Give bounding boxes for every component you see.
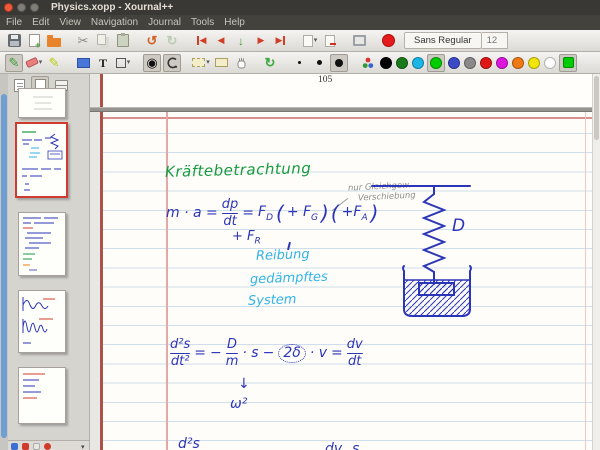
note-heading: Kräftebetrachtung	[165, 159, 312, 181]
page-down-icon[interactable]: ↓	[232, 32, 250, 50]
toolbar-tools: ✎ ▾ ✎ T ▾ ◉ ▾ ↻	[0, 52, 600, 74]
redo-icon[interactable]: ↻	[163, 32, 181, 50]
page-thumbnail[interactable]	[18, 88, 66, 118]
new-document-icon[interactable]	[25, 32, 43, 50]
previous-page-icon[interactable]: ◀	[212, 32, 230, 50]
formula-2: d²sdt² = − Dm · s − 2δ · v = dvdt	[170, 338, 363, 369]
window-title: Physics.xopp - Xournal++	[51, 2, 173, 13]
page-thumbnail[interactable]	[18, 212, 66, 276]
color-swatch-darkgreen[interactable]	[396, 57, 408, 69]
last-page-icon[interactable]: ▶	[272, 32, 290, 50]
mini-icon[interactable]	[11, 443, 18, 450]
highlighter-tool-icon[interactable]: ✎	[45, 54, 63, 72]
page-thumbnail[interactable]	[18, 290, 66, 353]
xournal-window: Physics.xopp - Xournal++ File Edit View …	[0, 0, 600, 450]
bottom-fragment-2: dv	[325, 441, 342, 450]
color-swatch-black[interactable]	[380, 57, 392, 69]
color-swatch-magenta[interactable]	[496, 57, 508, 69]
menu-file[interactable]: File	[6, 17, 22, 28]
paste-icon[interactable]	[114, 32, 132, 50]
maximize-button[interactable]	[30, 3, 39, 12]
page-thumbnail-current[interactable]	[15, 122, 68, 198]
font-button[interactable]: Sans Regular	[404, 32, 482, 49]
bottom-fragment-1: d²s	[178, 436, 200, 450]
pen-size-medium-icon[interactable]	[310, 54, 328, 72]
margin-top-line	[103, 117, 592, 119]
color-swatch-red[interactable]	[480, 57, 492, 69]
first-page-icon[interactable]: ◀	[192, 32, 210, 50]
cyan-label-gedaempftes: gedämpftes	[250, 270, 328, 288]
color-swatch-orange[interactable]	[512, 57, 524, 69]
titlebar: Physics.xopp - Xournal++	[0, 0, 600, 15]
color-swatch-green-selected[interactable]	[427, 54, 445, 72]
omega-arrow: ↓	[238, 376, 250, 392]
eraser-tool-icon[interactable]: ▾	[25, 54, 43, 72]
mini-icon[interactable]	[33, 443, 40, 450]
next-page-icon[interactable]: ▶	[252, 32, 270, 50]
spring-damper-sketch	[358, 180, 488, 325]
color-swatch-white[interactable]	[544, 57, 556, 69]
sidebar-scrollbar-handle[interactable]	[1, 94, 7, 438]
spring-constant-label: D	[452, 216, 465, 236]
shapes-tool-icon[interactable]: ▾	[114, 54, 132, 72]
page-number: 105	[318, 75, 332, 85]
shape-recognizer-icon[interactable]: ◉	[143, 54, 161, 72]
cut-icon[interactable]: ✂	[74, 32, 92, 50]
minimize-button[interactable]	[17, 3, 26, 12]
previous-page[interactable]: 105	[100, 74, 592, 107]
canvas-scrollbar-handle[interactable]	[594, 76, 599, 140]
menu-navigation[interactable]: Navigation	[91, 17, 138, 28]
select-object-icon[interactable]	[212, 54, 230, 72]
copy-icon[interactable]	[94, 32, 112, 50]
menubar: File Edit View Navigation Journal Tools …	[0, 15, 600, 30]
menu-journal[interactable]: Journal	[148, 17, 181, 28]
bottom-fragment-3: s	[352, 441, 359, 450]
font-size-spinner[interactable]: 12	[482, 32, 508, 49]
menu-edit[interactable]: Edit	[32, 17, 49, 28]
menu-help[interactable]: Help	[224, 17, 245, 28]
color-swatch-blue[interactable]	[448, 57, 460, 69]
margin-right-line	[585, 112, 586, 450]
toolbar-main: ✂ ↺ ↻ ◀ ◀ ↓ ▶ ▶ ▾ Sans Regular 12	[0, 30, 600, 52]
current-color-indicator[interactable]	[559, 54, 577, 72]
pen-tool-icon[interactable]: ✎	[5, 54, 23, 72]
hand-tool-icon[interactable]	[232, 54, 250, 72]
color-swatch-cyan[interactable]	[412, 57, 424, 69]
mini-caret-icon[interactable]: ▾	[81, 443, 85, 450]
open-folder-icon[interactable]	[45, 32, 63, 50]
lasso-select-icon[interactable]	[163, 54, 181, 72]
sidebar-scrollbar[interactable]	[0, 74, 8, 450]
default-tool-icon[interactable]: ↻	[261, 54, 279, 72]
undo-icon[interactable]: ↺	[143, 32, 161, 50]
color-swatch-yellow[interactable]	[528, 57, 540, 69]
record-audio-icon[interactable]	[379, 32, 397, 50]
menu-tools[interactable]: Tools	[191, 17, 214, 28]
mini-icon[interactable]	[44, 443, 51, 450]
document-canvas[interactable]: 105 Kräftebetrachtung nur Gleichgew. Ver…	[90, 74, 600, 450]
formula-1: m · a = dpdt = FD ( + FG ) ( +FA )	[166, 198, 377, 229]
new-page-icon[interactable]: ▾	[301, 32, 319, 50]
pen-size-fine-icon[interactable]	[290, 54, 308, 72]
color-swatch-gray[interactable]	[464, 57, 476, 69]
omega-squared: ω²	[230, 396, 247, 412]
color-picker-icon[interactable]	[359, 54, 377, 72]
canvas-scrollbar[interactable]	[592, 74, 600, 450]
image-tool-icon[interactable]	[74, 54, 92, 72]
menu-view[interactable]: View	[59, 17, 81, 28]
close-button[interactable]	[4, 3, 13, 12]
page-thumbnail[interactable]	[18, 367, 66, 424]
delete-page-icon[interactable]	[321, 32, 339, 50]
cyan-label-reibung: Reibung	[256, 247, 310, 264]
select-rect-icon[interactable]: ▾	[192, 54, 210, 72]
formula-1-friction-term: + FR	[232, 229, 261, 247]
pen-size-thick-icon[interactable]	[330, 54, 348, 72]
cyan-label-system: System	[248, 292, 297, 309]
text-tool-icon[interactable]: T	[94, 54, 112, 72]
sidebar: ▾	[0, 74, 90, 450]
save-icon[interactable]	[5, 32, 23, 50]
sidebar-bottom-toolbar: ▾	[8, 440, 89, 450]
mini-icon[interactable]	[22, 443, 29, 450]
paired-pages-icon[interactable]	[350, 32, 368, 50]
